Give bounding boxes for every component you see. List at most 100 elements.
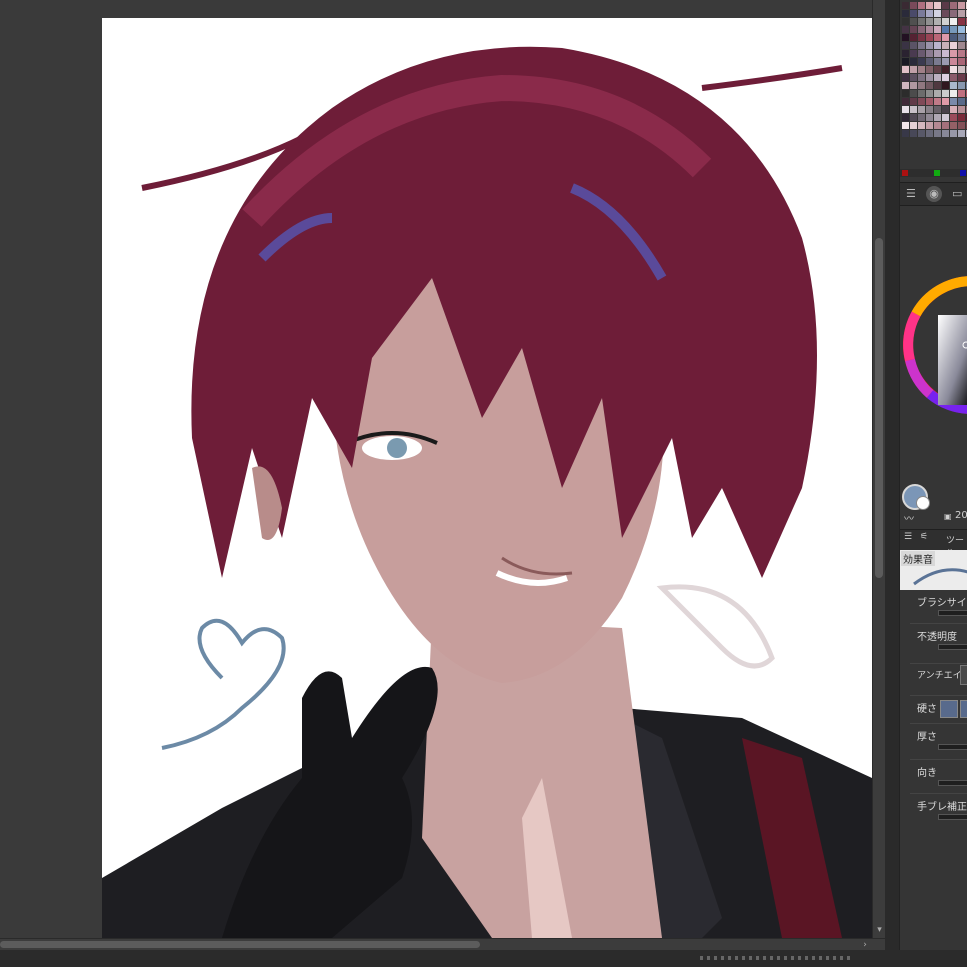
color-wheel-tab-icon[interactable]: ◉ — [926, 186, 942, 202]
palette-swatch[interactable] — [942, 82, 949, 89]
green-swatch-icon[interactable] — [934, 170, 940, 176]
palette-swatch[interactable] — [902, 34, 909, 41]
palette-swatch[interactable] — [950, 42, 957, 49]
palette-swatch[interactable] — [942, 74, 949, 81]
palette-swatch[interactable] — [926, 74, 933, 81]
tool-menu-icon[interactable]: ☰ — [904, 532, 912, 542]
palette-swatch[interactable] — [958, 66, 965, 73]
palette-swatch[interactable] — [902, 98, 909, 105]
palette-swatch[interactable] — [950, 18, 957, 25]
palette-swatch[interactable] — [958, 34, 965, 41]
vertical-scrollbar[interactable]: ▾ — [872, 0, 886, 938]
palette-swatch[interactable] — [918, 98, 925, 105]
palette-swatch[interactable] — [910, 50, 917, 57]
palette-swatch[interactable] — [902, 122, 909, 129]
palette-swatch[interactable] — [918, 122, 925, 129]
palette-swatch[interactable] — [910, 42, 917, 49]
palette-swatch[interactable] — [918, 2, 925, 9]
palette-swatch[interactable] — [902, 42, 909, 49]
palette-swatch[interactable] — [950, 26, 957, 33]
palette-swatch[interactable] — [934, 66, 941, 73]
palette-swatch[interactable] — [902, 10, 909, 17]
brush-preset-preview[interactable]: 効果音 — [900, 550, 967, 590]
palette-swatch[interactable] — [942, 122, 949, 129]
palette-swatch[interactable] — [910, 66, 917, 73]
palette-swatch[interactable] — [926, 2, 933, 9]
palette-swatch[interactable] — [910, 74, 917, 81]
palette-swatch[interactable] — [910, 18, 917, 25]
palette-swatch[interactable] — [918, 66, 925, 73]
palette-swatch[interactable] — [926, 10, 933, 17]
palette-swatch[interactable] — [942, 90, 949, 97]
palette-swatch[interactable] — [918, 90, 925, 97]
palette-swatch[interactable] — [934, 122, 941, 129]
palette-swatch[interactable] — [950, 34, 957, 41]
palette-swatch[interactable] — [910, 130, 917, 137]
palette-swatch[interactable] — [902, 82, 909, 89]
palette-swatch[interactable] — [934, 90, 941, 97]
palette-swatch[interactable] — [934, 82, 941, 89]
palette-swatch[interactable] — [934, 74, 941, 81]
palette-swatch[interactable] — [918, 42, 925, 49]
palette-swatch[interactable] — [950, 114, 957, 121]
palette-swatch[interactable] — [934, 130, 941, 137]
palette-swatch[interactable] — [950, 74, 957, 81]
palette-swatch[interactable] — [926, 58, 933, 65]
palette-swatch[interactable] — [902, 74, 909, 81]
palette-swatch[interactable] — [942, 10, 949, 17]
palette-swatch[interactable] — [902, 58, 909, 65]
hardness-option-2[interactable] — [960, 700, 967, 718]
stabilization-slider[interactable] — [938, 814, 967, 820]
palette-swatch[interactable] — [958, 90, 965, 97]
palette-swatch[interactable] — [934, 18, 941, 25]
palette-swatch[interactable] — [910, 10, 917, 17]
palette-swatch[interactable] — [942, 66, 949, 73]
palette-swatch[interactable] — [950, 90, 957, 97]
palette-swatch[interactable] — [958, 114, 965, 121]
palette-swatch[interactable] — [950, 106, 957, 113]
sub-color-swatch[interactable] — [916, 496, 930, 510]
palette-swatch[interactable] — [942, 58, 949, 65]
palette-swatch[interactable] — [958, 42, 965, 49]
palette-swatch[interactable] — [902, 18, 909, 25]
tool-settings-icon[interactable]: ⚟ — [920, 532, 928, 542]
red-swatch-icon[interactable] — [902, 170, 908, 176]
palette-swatch[interactable] — [910, 122, 917, 129]
palette-swatch[interactable] — [910, 106, 917, 113]
palette-swatch[interactable] — [926, 42, 933, 49]
brush-size-slider[interactable] — [938, 610, 967, 616]
blue-swatch-icon[interactable] — [960, 170, 966, 176]
palette-swatch[interactable] — [942, 114, 949, 121]
palette-swatch[interactable] — [950, 82, 957, 89]
palette-swatch[interactable] — [958, 50, 965, 57]
thickness-slider[interactable] — [938, 744, 967, 750]
palette-swatch[interactable] — [934, 2, 941, 9]
palette-swatch[interactable] — [902, 66, 909, 73]
palette-swatch[interactable] — [926, 82, 933, 89]
palette-swatch[interactable] — [958, 18, 965, 25]
palette-swatch[interactable] — [950, 58, 957, 65]
palette-swatch[interactable] — [942, 26, 949, 33]
palette-swatch[interactable] — [910, 90, 917, 97]
palette-swatch[interactable] — [934, 34, 941, 41]
palette-swatch[interactable] — [934, 114, 941, 121]
palette-swatch[interactable] — [934, 50, 941, 57]
palette-swatch[interactable] — [958, 2, 965, 9]
palette-swatch[interactable] — [918, 74, 925, 81]
palette-swatch[interactable] — [942, 34, 949, 41]
palette-swatch[interactable] — [950, 130, 957, 137]
palette-swatch[interactable] — [910, 58, 917, 65]
palette-swatch[interactable] — [942, 18, 949, 25]
palette-swatch[interactable] — [902, 2, 909, 9]
palette-swatch[interactable] — [926, 106, 933, 113]
palette-swatch[interactable] — [958, 98, 965, 105]
palette-swatch[interactable] — [926, 114, 933, 121]
palette-swatch[interactable] — [958, 82, 965, 89]
horizontal-scroll-thumb[interactable] — [0, 941, 480, 948]
palette-swatch[interactable] — [958, 130, 965, 137]
palette-swatch[interactable] — [934, 26, 941, 33]
palette-swatch[interactable] — [934, 106, 941, 113]
palette-swatch[interactable] — [926, 34, 933, 41]
palette-swatch[interactable] — [918, 58, 925, 65]
palette-swatch[interactable] — [950, 50, 957, 57]
